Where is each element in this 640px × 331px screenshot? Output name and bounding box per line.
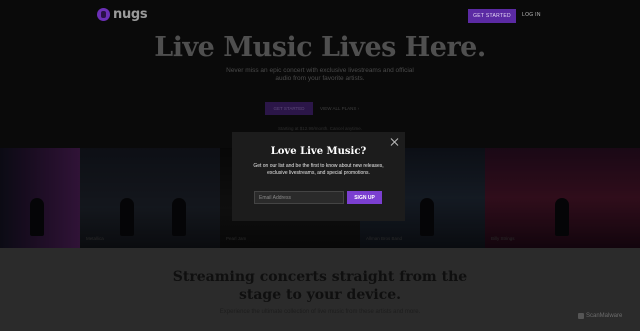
newsletter-modal: Love Live Music? Get on our list and be … <box>232 132 405 221</box>
close-icon[interactable] <box>390 138 398 146</box>
email-field[interactable] <box>254 191 344 204</box>
sign-up-button[interactable]: SIGN UP <box>347 191 382 204</box>
modal-title: Love Live Music? <box>270 146 367 157</box>
modal-body-text: Get on our list and be the first to know… <box>253 163 384 176</box>
